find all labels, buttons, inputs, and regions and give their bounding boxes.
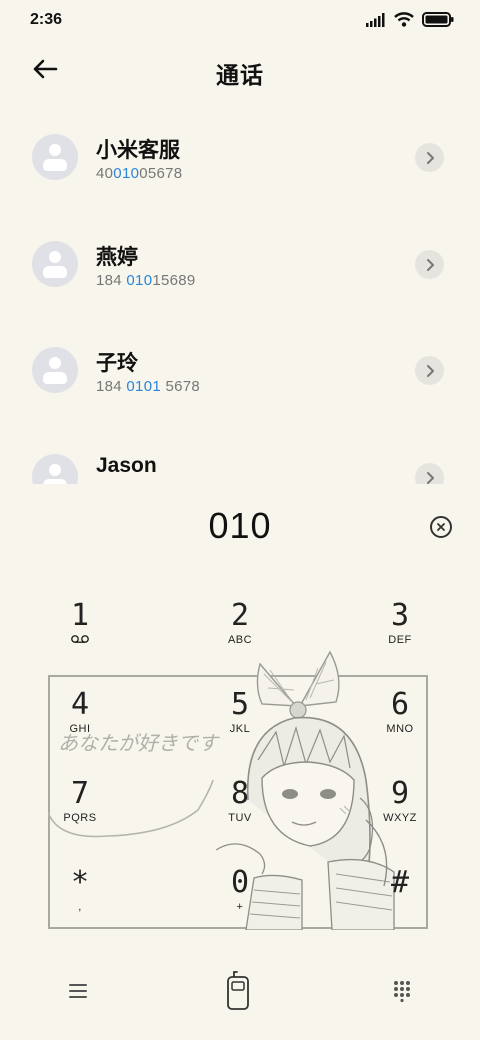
- key-1[interactable]: 1: [35, 600, 125, 670]
- key-6[interactable]: 6 MNO: [355, 689, 445, 759]
- contact-detail-button[interactable]: [415, 463, 444, 484]
- phone-call-icon: [227, 971, 249, 1010]
- menu-icon: [69, 984, 87, 998]
- contact-number: 184 01015689: [96, 272, 196, 289]
- contact-number: 184 0101 5678: [96, 378, 201, 395]
- avatar: [32, 241, 78, 287]
- contact-detail-button[interactable]: [415, 143, 444, 172]
- battery-icon: [422, 12, 454, 27]
- contact-detail-button[interactable]: [415, 250, 444, 279]
- bottom-bar: [0, 960, 480, 1020]
- contact-list: 小米客服 4001005678 燕婷 184 01015689 子玲 184 0…: [0, 104, 480, 484]
- contact-name: 燕婷: [96, 246, 138, 269]
- key-8[interactable]: 8 TUV: [195, 778, 285, 848]
- key-2[interactable]: 2 ABC: [195, 600, 285, 670]
- key-5[interactable]: 5 JKL: [195, 689, 285, 759]
- status-bar: 2:36: [0, 0, 480, 40]
- voicemail-icon: [71, 635, 89, 643]
- header: 通话: [0, 46, 480, 94]
- contact-item[interactable]: 小米客服 4001005678: [0, 104, 480, 204]
- contact-detail-button[interactable]: [415, 356, 444, 385]
- clear-icon: [437, 523, 445, 531]
- key-3[interactable]: 3 DEF: [355, 600, 445, 670]
- contact-name: 小米客服: [96, 139, 180, 162]
- wifi-icon: [394, 12, 414, 27]
- chevron-right-icon: [426, 364, 434, 377]
- clear-button[interactable]: [430, 516, 452, 538]
- status-time: 2:36: [30, 11, 63, 28]
- key-4[interactable]: 4 GHI: [35, 689, 125, 759]
- dialed-number: 010: [208, 505, 272, 546]
- avatar: [32, 134, 78, 180]
- chevron-right-icon: [426, 151, 434, 164]
- contact-item[interactable]: 子玲 184 0101 5678: [0, 317, 480, 417]
- key-7[interactable]: 7 PQRS: [35, 778, 125, 848]
- contact-item[interactable]: Jason: [0, 424, 480, 484]
- chevron-right-icon: [426, 471, 434, 484]
- menu-button[interactable]: [53, 966, 103, 1016]
- contact-name: Jason: [96, 454, 157, 477]
- page-title: 通话: [216, 62, 264, 88]
- signal-icon: [366, 12, 385, 27]
- status-icons: [366, 12, 454, 27]
- key-star[interactable]: *,: [35, 867, 125, 937]
- key-9[interactable]: 9 WXYZ: [355, 778, 445, 848]
- avatar: [32, 347, 78, 393]
- contact-name: 子玲: [96, 352, 138, 375]
- contact-number: 4001005678: [96, 165, 183, 182]
- chevron-right-icon: [426, 258, 434, 271]
- avatar: [32, 454, 78, 484]
- call-button[interactable]: [213, 966, 263, 1016]
- dialpad-icon: [394, 981, 410, 1002]
- dialpad-toggle-button[interactable]: [377, 966, 427, 1016]
- key-0[interactable]: 0 +: [195, 867, 285, 937]
- key-hash[interactable]: #: [355, 867, 445, 937]
- contact-item[interactable]: 燕婷 184 01015689: [0, 211, 480, 311]
